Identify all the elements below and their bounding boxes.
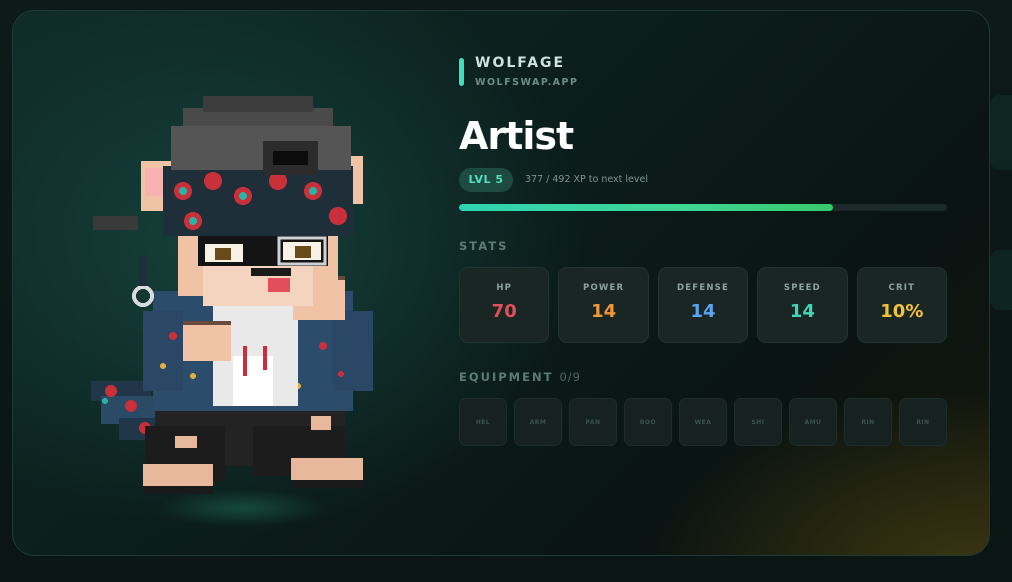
stat-card-power: POWER 14 [558, 267, 649, 343]
xp-progress-fill [459, 204, 833, 211]
equipment-slot-hel[interactable]: HEL [459, 398, 507, 446]
equipment-slot-label: SHI [751, 418, 765, 426]
equipment-count: 0/9 [559, 370, 581, 384]
pixel-wolf-character-icon [91, 96, 373, 494]
stats-heading: STATS [459, 239, 509, 253]
equipment-slot-label: WEA [694, 418, 712, 426]
equipment-slot-rin[interactable]: RIN [899, 398, 947, 446]
character-avatar [83, 96, 383, 526]
stat-label: CRIT [888, 283, 916, 293]
brand-accent-bar [459, 58, 464, 86]
level-badge: LVL 5 [459, 168, 513, 192]
stat-label: POWER [583, 283, 625, 293]
stat-value: 14 [789, 301, 815, 322]
stat-label: DEFENSE [677, 283, 729, 293]
brand-title: WOLFAGE [475, 55, 566, 71]
equipment-slot-pan[interactable]: PAN [569, 398, 617, 446]
equipment-slot-shi[interactable]: SHI [734, 398, 782, 446]
character-card: WOLFAGE WOLFSWAP.APP Artist LVL 5 377 / … [12, 10, 990, 556]
equipment-slot-label: HEL [475, 418, 491, 426]
background-card-edge [990, 95, 1012, 170]
stat-value: 70 [491, 301, 517, 322]
stat-card-speed: SPEED 14 [757, 267, 848, 343]
equipment-slot-rin[interactable]: RIN [844, 398, 892, 446]
cap [171, 96, 351, 175]
equipment-slot-wea[interactable]: WEA [679, 398, 727, 446]
equipment-slot-label: ARM [529, 418, 547, 426]
background-card-edge [990, 250, 1012, 310]
stat-value: 14 [690, 301, 716, 322]
stat-value: 14 [591, 301, 617, 322]
brand-url[interactable]: WOLFSWAP.APP [475, 77, 578, 88]
equipment-slots: HEL ARM PAN BOO WEA SHI AMU RIN RIN [459, 398, 947, 446]
equipment-slot-amu[interactable]: AMU [789, 398, 837, 446]
equipment-slot-label: AMU [804, 418, 822, 426]
stat-label: HP [496, 283, 513, 293]
stat-card-hp: HP 70 [459, 267, 550, 343]
stats-grid: HP 70 POWER 14 DEFENSE 14 SPEED 14 CRIT 10% [459, 267, 948, 343]
head [93, 156, 363, 307]
equipment-slot-label: RIN [916, 418, 930, 426]
xp-progress-text: 377 / 492 XP to next level [525, 174, 648, 185]
stat-value: 10% [880, 301, 924, 322]
stat-label: SPEED [783, 283, 821, 293]
equipment-slot-label: PAN [585, 418, 601, 426]
stat-card-crit: CRIT 10% [856, 267, 948, 343]
xp-progress-bar [459, 204, 947, 211]
stat-card-defense: DEFENSE 14 [657, 267, 749, 343]
equipment-heading: EQUIPMENT 0/9 [459, 370, 581, 384]
equipment-slot-label: RIN [861, 418, 875, 426]
equipment-slot-boo[interactable]: BOO [624, 398, 672, 446]
equipment-heading-label: EQUIPMENT [459, 370, 554, 384]
equipment-slot-label: BOO [639, 418, 657, 426]
character-name: Artist [459, 114, 574, 158]
equipment-slot-arm[interactable]: ARM [514, 398, 562, 446]
